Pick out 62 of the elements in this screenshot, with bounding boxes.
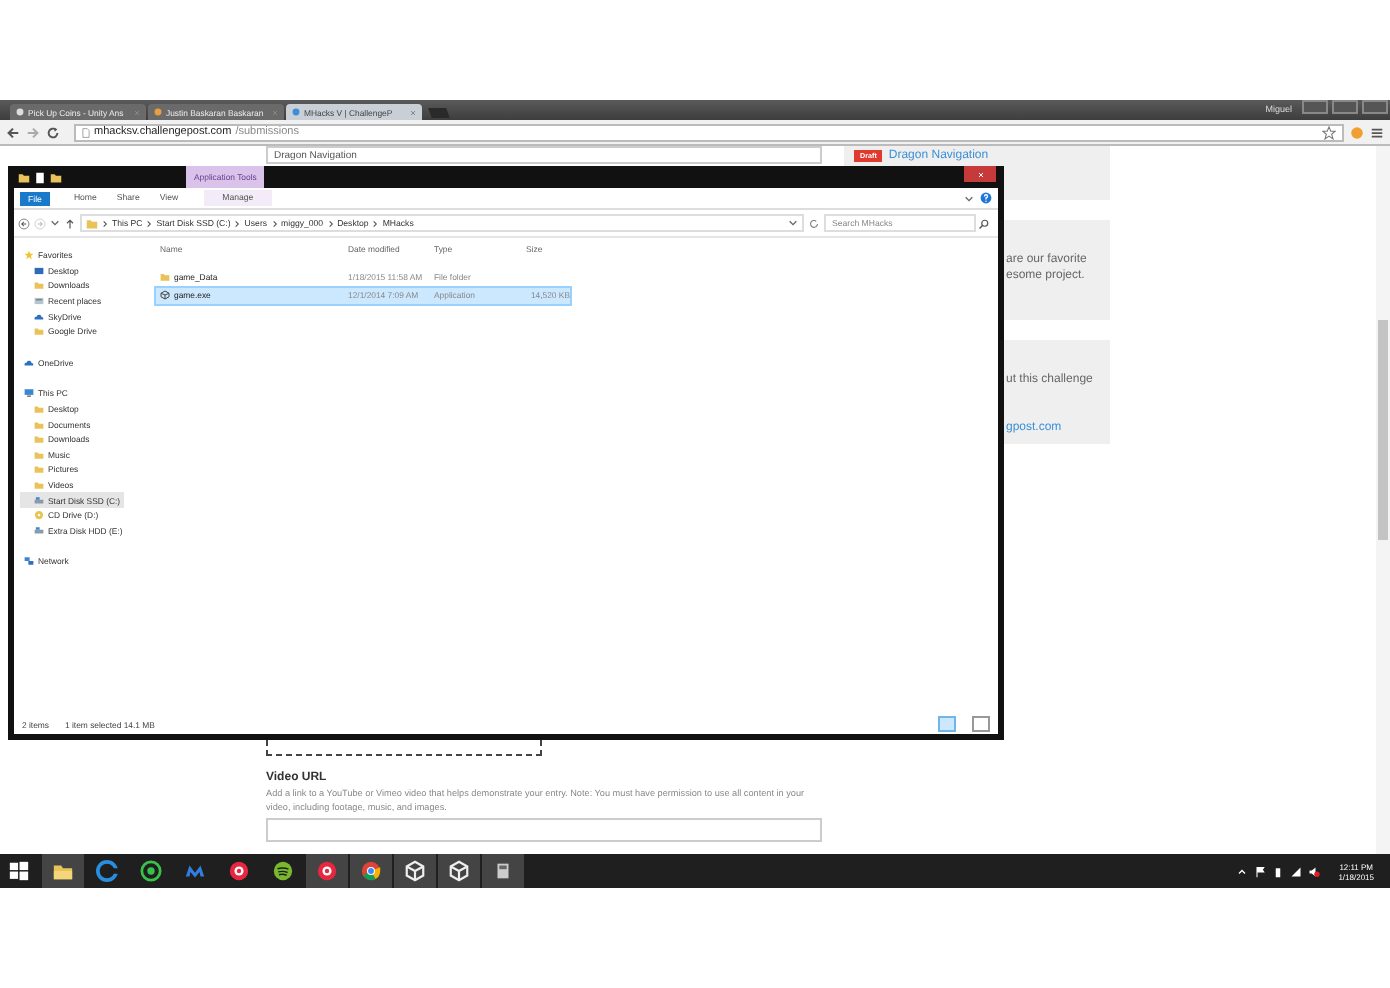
chevron-icon[interactable] bbox=[327, 219, 334, 227]
chevron-icon[interactable] bbox=[146, 219, 153, 227]
refresh-icon[interactable] bbox=[808, 217, 820, 229]
star-icon bbox=[24, 250, 34, 261]
folder-icon[interactable] bbox=[50, 171, 62, 183]
disc-icon bbox=[34, 510, 44, 521]
taskbar-button[interactable] bbox=[394, 854, 436, 888]
folder-icon bbox=[34, 326, 44, 337]
scrollbar[interactable] bbox=[1376, 146, 1390, 854]
folder-icon bbox=[160, 271, 170, 282]
chevron-icon[interactable] bbox=[271, 219, 278, 227]
folder-icon bbox=[34, 280, 44, 291]
video-url-field[interactable] bbox=[266, 818, 822, 842]
network-icon bbox=[24, 556, 34, 567]
menu-icon[interactable] bbox=[1370, 125, 1384, 139]
icons-view-button[interactable] bbox=[972, 716, 990, 732]
cube-icon[interactable] bbox=[448, 860, 470, 882]
computer-icon bbox=[24, 388, 34, 399]
music-icon[interactable] bbox=[316, 860, 338, 882]
help-icon[interactable] bbox=[980, 192, 992, 204]
drive-icon bbox=[34, 495, 44, 506]
scrollbar-thumb[interactable] bbox=[1378, 320, 1388, 540]
page-icon bbox=[82, 127, 90, 137]
recent-icon bbox=[34, 296, 44, 307]
music-icon[interactable] bbox=[228, 860, 250, 882]
taskbar-button[interactable] bbox=[306, 854, 348, 888]
tool-icon[interactable] bbox=[492, 860, 514, 882]
back-icon[interactable] bbox=[6, 125, 20, 139]
close-icon bbox=[977, 171, 983, 177]
cube-icon bbox=[160, 290, 170, 301]
drive-icon bbox=[34, 525, 44, 536]
favicon-icon bbox=[154, 108, 162, 116]
music-icon[interactable] bbox=[272, 860, 294, 882]
taskbar-button[interactable] bbox=[42, 854, 84, 888]
chevron-icon[interactable] bbox=[102, 219, 108, 227]
taskbar-button[interactable] bbox=[482, 854, 524, 888]
signal-icon[interactable] bbox=[1290, 865, 1303, 877]
shield-icon[interactable] bbox=[184, 860, 206, 882]
app-icon[interactable] bbox=[140, 860, 162, 882]
volume-icon[interactable] bbox=[1308, 865, 1321, 877]
document-icon[interactable] bbox=[34, 171, 46, 183]
chrome-icon[interactable] bbox=[360, 860, 382, 882]
cloud-icon bbox=[24, 357, 34, 368]
desktop-icon bbox=[34, 265, 44, 276]
star-icon[interactable] bbox=[1322, 125, 1336, 139]
cube-icon[interactable] bbox=[404, 860, 426, 882]
search-icon bbox=[978, 217, 990, 229]
chevron-icon[interactable] bbox=[234, 219, 241, 227]
windows-icon[interactable] bbox=[8, 860, 30, 882]
back-icon[interactable] bbox=[18, 217, 30, 229]
folder-icon bbox=[86, 217, 98, 229]
app-icon[interactable] bbox=[96, 860, 118, 882]
favicon-icon bbox=[16, 108, 24, 116]
favicon-icon bbox=[292, 108, 300, 116]
chevron-icon[interactable] bbox=[372, 219, 379, 227]
folder-icon[interactable] bbox=[52, 860, 74, 882]
folder-icon[interactable] bbox=[18, 171, 30, 183]
flag-icon[interactable] bbox=[1254, 865, 1267, 877]
cloud-icon bbox=[34, 311, 44, 322]
taskbar-button[interactable] bbox=[438, 854, 480, 888]
up-arrow-icon[interactable] bbox=[64, 217, 76, 229]
reload-icon[interactable] bbox=[46, 125, 60, 139]
